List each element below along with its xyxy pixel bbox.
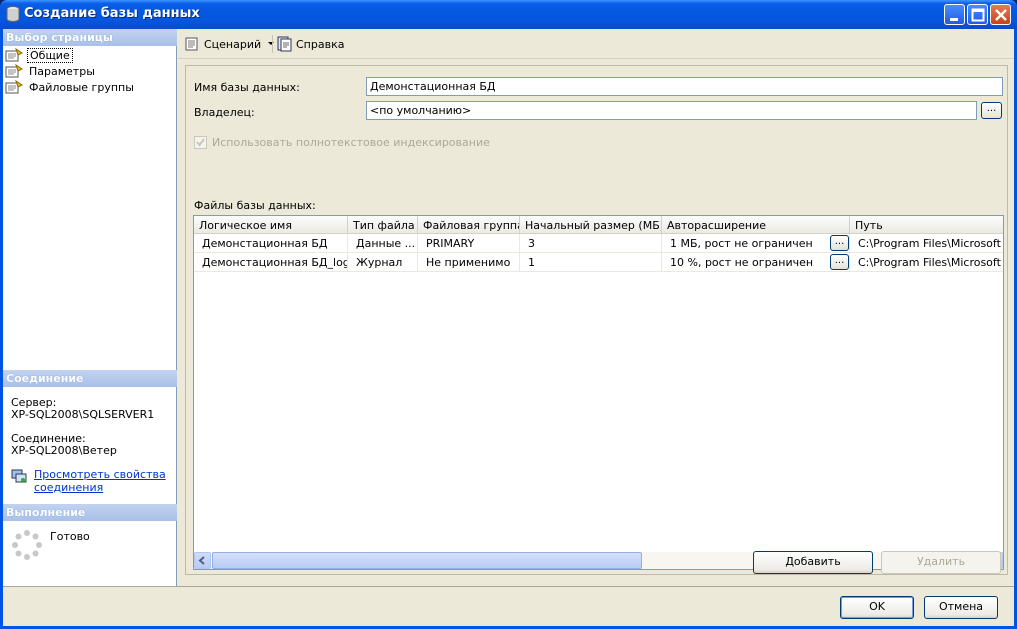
ok-button[interactable]: OK	[840, 596, 914, 619]
owner-browse-button[interactable]: ...	[981, 102, 1002, 119]
progress-header: Выполнение	[3, 504, 177, 521]
col-initial-size[interactable]: Начальный размер (МБ)	[520, 216, 662, 234]
cell-initial-size[interactable]: 1	[520, 253, 662, 272]
page-item-label: Общие	[27, 47, 73, 63]
grid-header: Логическое имя Тип файла Файловая группа…	[194, 216, 1003, 234]
owner-input[interactable]: <по умолчанию>	[366, 101, 977, 120]
cell-path[interactable]: C:\Program Files\Microsoft SQ	[850, 234, 1003, 253]
cell-initial-size[interactable]: 3	[520, 234, 662, 253]
view-connection-properties-link[interactable]: Просмотреть свойства	[34, 469, 166, 481]
database-files-grid[interactable]: Логическое имя Тип файла Файловая группа…	[193, 215, 1004, 570]
close-button[interactable]	[990, 4, 1011, 25]
window-title: Создание базы данных	[24, 6, 200, 21]
toolbar: Сценарий Справка	[178, 29, 1014, 59]
connection-properties-icon	[11, 469, 27, 483]
help-button[interactable]: Справка	[276, 36, 344, 52]
general-page-content: Имя базы данных: Демонстационная БД Влад…	[185, 65, 1008, 575]
footer-separator	[3, 586, 1014, 587]
col-filegroup[interactable]: Файловая группа	[418, 216, 520, 234]
col-autogrowth[interactable]: Авторасширение	[662, 216, 850, 234]
cell-filegroup[interactable]: PRIMARY	[418, 234, 520, 253]
help-icon	[277, 36, 292, 52]
left-pane: Выбор страницы Общие Параметры Файловые …	[3, 29, 177, 586]
cell-file-type[interactable]: Данные ...	[348, 234, 418, 253]
view-connection-properties-link-cont[interactable]: соединения	[34, 482, 103, 494]
page-item-options[interactable]: Параметры	[5, 63, 97, 79]
minimize-icon	[950, 18, 958, 21]
dialog-client: Выбор страницы Общие Параметры Файловые …	[3, 29, 1014, 626]
autogrowth-edit-button[interactable]: ...	[830, 254, 849, 270]
server-value: XP-SQL2008\SQLSERVER1	[11, 408, 155, 421]
title-bar[interactable]: Создание базы данных	[0, 0, 1017, 29]
connection-header: Соединение	[3, 370, 177, 387]
col-path[interactable]: Путь	[850, 216, 1003, 234]
toolbar-separator	[272, 35, 273, 53]
remove-file-button[interactable]: Удалить	[881, 551, 1001, 574]
table-row[interactable]: Демонстационная БД_log Журнал Не примени…	[194, 253, 1003, 272]
database-icon	[6, 6, 20, 22]
scrollbar-thumb[interactable]	[212, 552, 642, 569]
cell-autogrowth: 10 %, рост не ограничен	[662, 253, 850, 272]
db-name-input[interactable]: Демонстационная БД	[366, 77, 1003, 96]
chevron-left-icon	[198, 556, 205, 565]
page-item-filegroups[interactable]: Файловые группы	[5, 79, 136, 95]
page-icon	[5, 48, 23, 62]
progress-spinner-icon	[12, 530, 42, 560]
fulltext-checkbox[interactable]	[194, 136, 207, 149]
fulltext-label: Использовать полнотекстовое индексирован…	[212, 136, 490, 149]
scroll-left-button[interactable]	[194, 552, 211, 569]
page-icon	[5, 80, 23, 94]
autogrowth-edit-button[interactable]: ...	[830, 235, 849, 251]
cell-logical-name[interactable]: Демонстационная БД	[194, 234, 348, 253]
maximize-button[interactable]	[967, 4, 988, 25]
connection-value: XP-SQL2008\Ветер	[11, 444, 117, 457]
page-icon	[5, 64, 23, 78]
progress-status: Готово	[50, 530, 90, 543]
cell-logical-name[interactable]: Демонстационная БД_log	[194, 253, 348, 272]
dialog-window: Создание базы данных Выбор страницы Общи…	[0, 0, 1017, 629]
table-row[interactable]: Демонстационная БД Данные ... PRIMARY 3 …	[194, 234, 1003, 253]
script-button[interactable]: Сценарий	[184, 36, 277, 52]
col-file-type[interactable]: Тип файла	[348, 216, 418, 234]
check-icon	[196, 138, 205, 147]
files-label: Файлы базы данных:	[194, 199, 316, 212]
cell-file-type[interactable]: Журнал	[348, 253, 418, 272]
cell-path[interactable]: C:\Program Files\Microsoft SQ	[850, 253, 1003, 272]
col-logical-name[interactable]: Логическое имя	[194, 216, 348, 234]
db-name-label: Имя базы данных:	[194, 81, 300, 94]
close-icon	[995, 9, 1007, 21]
minimize-button[interactable]	[944, 4, 965, 25]
add-file-button[interactable]: Добавить	[753, 551, 873, 574]
script-label: Сценарий	[204, 37, 262, 51]
cancel-button[interactable]: Отмена	[924, 596, 998, 619]
pages-header: Выбор страницы	[3, 29, 177, 46]
page-item-general[interactable]: Общие	[5, 47, 73, 63]
script-icon	[185, 37, 198, 51]
page-item-label: Параметры	[29, 64, 95, 78]
maximize-icon	[971, 8, 985, 22]
cell-filegroup[interactable]: Не применимо	[418, 253, 520, 272]
help-label: Справка	[296, 37, 345, 51]
owner-label: Владелец:	[194, 106, 255, 119]
cell-autogrowth: 1 МБ, рост не ограничен	[662, 234, 850, 253]
page-item-label: Файловые группы	[29, 80, 134, 94]
